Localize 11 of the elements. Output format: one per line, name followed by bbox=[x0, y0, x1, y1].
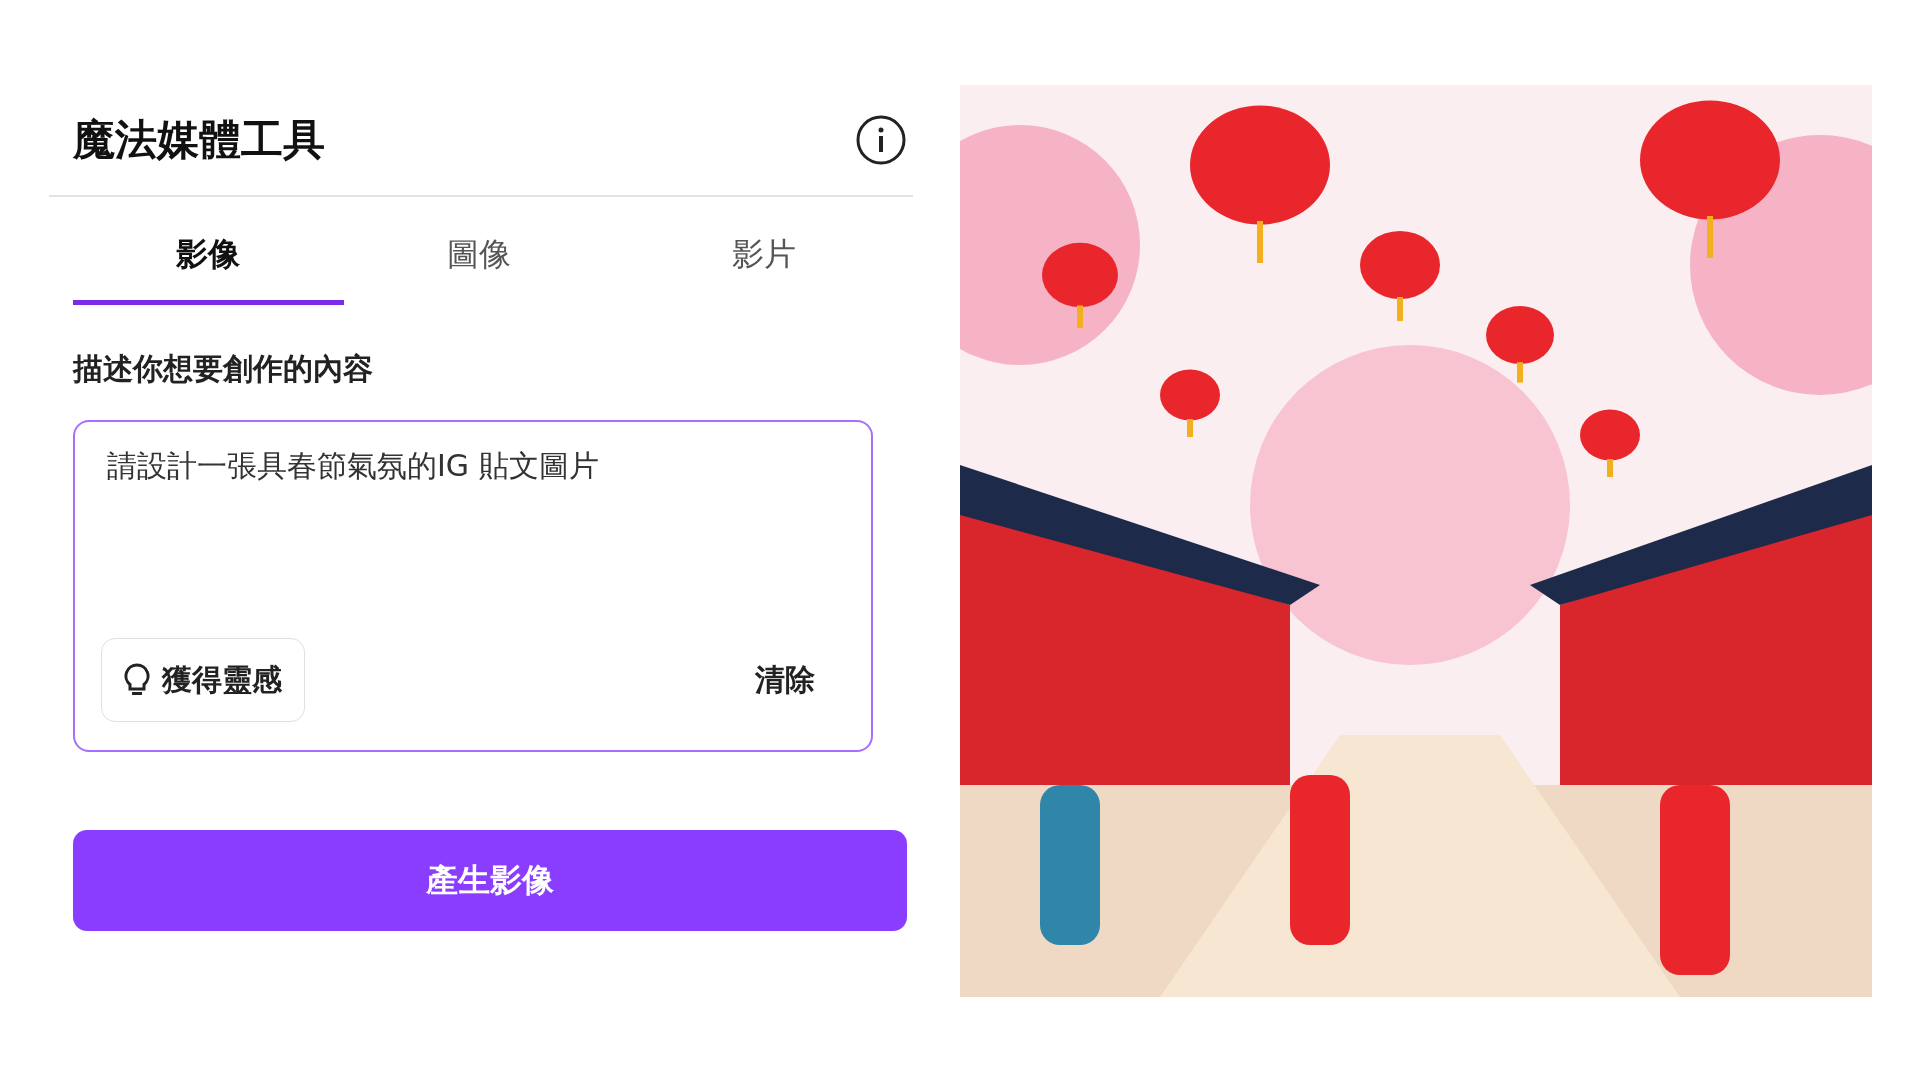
panel-title: 魔法媒體工具 bbox=[73, 114, 325, 166]
generate-button[interactable]: 產生影像 bbox=[73, 830, 907, 931]
tab[interactable]: 影像 bbox=[73, 209, 344, 305]
clear-button[interactable]: 清除 bbox=[749, 658, 821, 702]
lightbulb-icon bbox=[124, 663, 150, 697]
tab[interactable]: 影片 bbox=[614, 209, 913, 305]
prompt-label: 描述你想要創作的內容 bbox=[73, 350, 374, 388]
info-icon[interactable] bbox=[855, 114, 907, 166]
prompt-field[interactable]: 請設計一張具春節氣氛的IG 貼文圖片 獲得靈感 清除 bbox=[73, 420, 873, 752]
tab[interactable]: 圖像 bbox=[343, 209, 615, 305]
inspire-button[interactable]: 獲得靈感 bbox=[101, 638, 305, 722]
